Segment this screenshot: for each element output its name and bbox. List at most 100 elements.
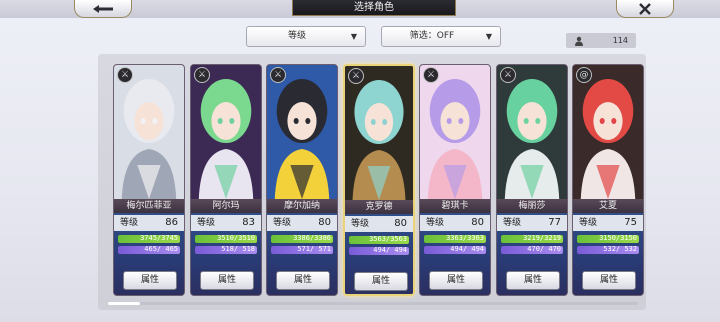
sort-dropdown-label: 等级 — [287, 31, 306, 41]
close-button[interactable] — [616, 0, 674, 18]
character-count: 114 — [566, 33, 636, 48]
sp-bar: 494/ 494 — [424, 246, 486, 254]
attributes-button[interactable]: 属性 — [429, 271, 483, 290]
attributes-button[interactable]: 属性 — [200, 271, 254, 290]
sword-class-icon: ⚔ — [194, 67, 210, 83]
character-portrait — [497, 65, 567, 199]
character-portrait — [573, 65, 643, 199]
character-card[interactable]: ⚔ 梅尔匹菲亚 等级 86 3745/3745 465/ 465 属性 — [113, 64, 185, 296]
character-card[interactable]: @ 艾夏 等级 75 3150/3150 532/ 532 属性 — [572, 64, 644, 296]
sp-value: 532/ 532 — [603, 246, 637, 253]
attributes-button[interactable]: 属性 — [582, 271, 636, 290]
character-stats: 等级 80 3563/3563 494/ 494 属性 — [345, 214, 413, 294]
arrow-left-icon — [93, 4, 113, 13]
sp-value: 518/ 518 — [221, 246, 255, 253]
character-name: 碧琪卡 — [420, 199, 490, 213]
sp-value: 470/ 470 — [527, 246, 561, 253]
level-value: 80 — [318, 217, 331, 228]
character-stats: 等级 80 3386/3386 571/ 571 属性 — [267, 213, 337, 295]
level-label: 等级 — [351, 219, 370, 229]
attributes-button[interactable]: 属性 — [506, 271, 560, 290]
sp-bar: 470/ 470 — [501, 246, 563, 254]
hp-bar: 3219/3219 — [501, 235, 563, 243]
level-label: 等级 — [197, 218, 216, 228]
scrollbar-thumb[interactable] — [108, 302, 140, 305]
character-stats: 等级 80 3363/3363 494/ 494 属性 — [420, 213, 490, 295]
level-value: 75 — [624, 217, 637, 228]
level-label: 等级 — [273, 218, 292, 228]
hp-bar: 3386/3386 — [271, 235, 333, 243]
sp-bar: 532/ 532 — [577, 246, 639, 254]
hp-bar: 3150/3150 — [577, 235, 639, 243]
hp-value: 3745/3745 — [140, 235, 178, 242]
hp-bar: 3363/3363 — [424, 235, 486, 243]
character-stats: 等级 75 3150/3150 532/ 532 属性 — [573, 213, 643, 295]
sp-value: 571/ 571 — [297, 246, 331, 253]
sp-bar: 465/ 465 — [118, 246, 180, 254]
character-stats: 等级 83 3510/3510 518/ 518 属性 — [191, 213, 261, 295]
hp-value: 3219/3219 — [523, 235, 561, 242]
character-portrait — [345, 66, 413, 200]
character-name: 梅尔匹菲亚 — [114, 199, 184, 213]
hp-value: 3563/3563 — [369, 236, 407, 243]
level-value: 80 — [471, 217, 484, 228]
level-row: 等级 80 — [267, 215, 337, 231]
hp-value: 3386/3386 — [293, 235, 331, 242]
hp-bar: 3563/3563 — [349, 236, 409, 244]
character-card[interactable]: ⚔ 碧琪卡 等级 80 3363/3363 494/ 494 属性 — [419, 64, 491, 296]
sword-class-icon: ⚔ — [500, 67, 516, 83]
hp-bar: 3745/3745 — [118, 235, 180, 243]
sp-bar: 494/ 494 — [349, 247, 409, 255]
attributes-button[interactable]: 属性 — [354, 272, 408, 291]
hp-value: 3150/3150 — [599, 235, 637, 242]
count-value: 114 — [612, 36, 628, 45]
sp-value: 494/ 494 — [373, 247, 407, 254]
level-label: 等级 — [503, 218, 522, 228]
character-portrait — [191, 65, 261, 199]
character-stats: 等级 77 3219/3219 470/ 470 属性 — [497, 213, 567, 295]
sp-bar: 571/ 571 — [271, 246, 333, 254]
level-row: 等级 80 — [345, 216, 413, 232]
character-card[interactable]: ⚔ 克罗德 等级 80 3563/3563 494/ 494 属性 — [343, 64, 415, 296]
level-value: 80 — [394, 218, 407, 229]
sp-value: 494/ 494 — [450, 246, 484, 253]
level-value: 77 — [548, 217, 561, 228]
character-name: 摩尔加纳 — [267, 199, 337, 213]
character-portrait — [420, 65, 490, 199]
character-card[interactable]: ⚔ 阿尔玛 等级 83 3510/3510 518/ 518 属性 — [190, 64, 262, 296]
level-row: 等级 86 — [114, 215, 184, 231]
chevron-down-icon: ▼ — [350, 32, 357, 41]
level-row: 等级 83 — [191, 215, 261, 231]
hp-bar: 3510/3510 — [195, 235, 257, 243]
filter-dropdown-label: 筛选：OFF — [409, 31, 455, 41]
sp-value: 465/ 465 — [144, 246, 178, 253]
page-title: 选择角色 — [292, 0, 456, 16]
character-name: 艾夏 — [573, 199, 643, 213]
attributes-button[interactable]: 属性 — [123, 271, 177, 290]
attributes-button[interactable]: 属性 — [276, 271, 330, 290]
sword-class-icon: ⚔ — [348, 68, 364, 84]
character-card[interactable]: ⚔ 摩尔加纳 等级 80 3386/3386 571/ 571 属性 — [266, 64, 338, 296]
sort-dropdown[interactable]: 等级 ▼ — [246, 26, 366, 47]
character-card[interactable]: ⚔ 梅丽莎 等级 77 3219/3219 470/ 470 属性 — [496, 64, 568, 296]
sword-class-icon: ⚔ — [117, 67, 133, 83]
chevron-down-icon: ▼ — [485, 32, 492, 41]
level-label: 等级 — [426, 218, 445, 228]
level-row: 等级 77 — [497, 215, 567, 231]
level-label: 等级 — [579, 218, 598, 228]
character-portrait — [267, 65, 337, 199]
character-stats: 等级 86 3745/3745 465/ 465 属性 — [114, 213, 184, 295]
spiral-class-icon: @ — [576, 67, 592, 83]
scrollbar-track[interactable] — [108, 302, 638, 305]
level-label: 等级 — [120, 218, 139, 228]
filter-dropdown[interactable]: 筛选：OFF ▼ — [381, 26, 501, 47]
back-button[interactable] — [74, 0, 132, 18]
sword-class-icon: ⚔ — [270, 67, 286, 83]
hp-value: 3363/3363 — [446, 235, 484, 242]
sp-bar: 518/ 518 — [195, 246, 257, 254]
character-name: 梅丽莎 — [497, 199, 567, 213]
level-value: 86 — [165, 217, 178, 228]
level-row: 等级 80 — [420, 215, 490, 231]
sword-class-icon: ⚔ — [423, 67, 439, 83]
character-name: 克罗德 — [345, 200, 413, 214]
